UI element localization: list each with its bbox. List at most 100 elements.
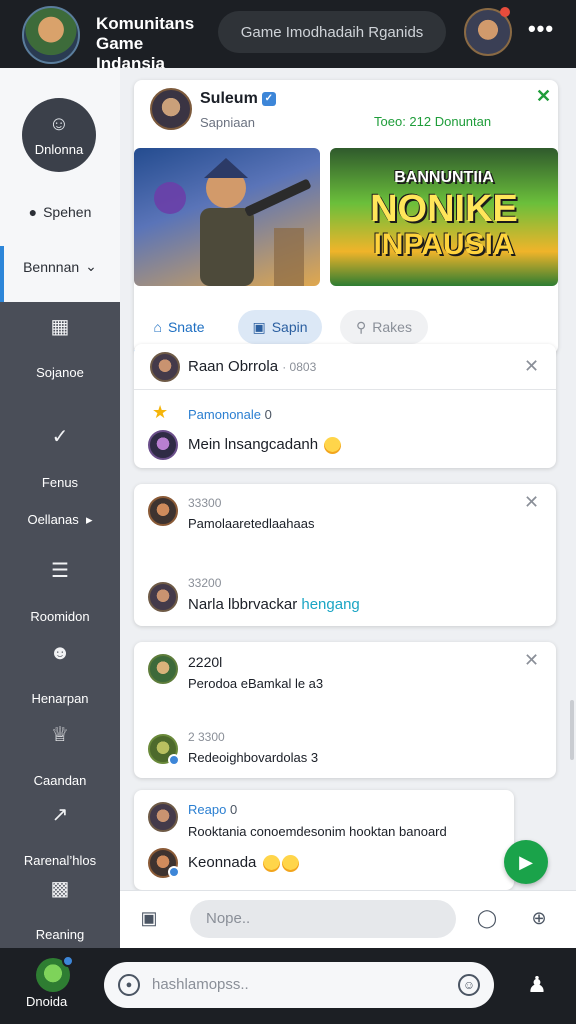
message-composer: ▣ Nope.. ◯ ⊕ [120, 890, 576, 948]
search-bar[interactable]: Game Imodhadaih Rganids [218, 11, 446, 53]
sidebar-link-bennnan[interactable]: Bennnan ⌄ [0, 258, 120, 275]
sidebar-item-henarpan[interactable]: ☻ Henarpan [0, 642, 120, 706]
sidebar-item-rarenalhlos[interactable]: ↗ Rarenal’hlos [0, 802, 120, 868]
message-body: Narla lbbrvackar [188, 596, 302, 613]
message-time: 2220l [188, 654, 223, 670]
sidebar-item-label: Fenus [41, 475, 79, 490]
sidebar-item-label: Sojanoe [36, 365, 84, 380]
sticker-icon[interactable]: ◯ [474, 905, 500, 931]
sidebar-link-spehen[interactable]: ● Spehen [0, 204, 120, 220]
user-icon: ● [28, 204, 38, 220]
chat-card: 33300 Pamolaaretedlaahaas ✕ 33200 Narla … [134, 484, 556, 626]
main-panel: Suleum ✓ Sapniaan ✕ Toeo: 212 Donuntan BA… [120, 68, 576, 948]
banner-line2: NONIKE [370, 188, 518, 230]
avatar[interactable] [148, 802, 178, 832]
banner-line1: BANNUNTIIA [394, 169, 494, 186]
bottom-search-input[interactable]: ● hashlamopss.. ☺ [104, 962, 494, 1008]
person-icon[interactable]: ♟ [522, 970, 552, 1000]
avatar[interactable] [148, 496, 178, 526]
bottom-input-placeholder: hashlamopss.. [152, 976, 249, 993]
camera-icon[interactable]: ▣ [136, 905, 162, 931]
sidebar-item-label: Caandan [33, 773, 87, 788]
message-time: 2 3300 [188, 730, 225, 744]
more-menu-icon[interactable]: ••• [524, 18, 558, 46]
close-icon[interactable]: ✕ [536, 86, 551, 107]
community-avatar[interactable] [22, 6, 80, 64]
active-indicator [0, 246, 4, 302]
message-text: Redeoighbovardolas 3 [188, 750, 319, 765]
chart-icon: ↗ [51, 804, 69, 826]
chat-card: 2220l Perodoa eBamkal le a3 ✕ 2 3300 Red… [134, 642, 556, 778]
home-icon: ⌂ [153, 319, 162, 335]
tab-snate[interactable]: ⌂ Snate [134, 310, 224, 344]
play-icon: ▶ [519, 851, 533, 872]
sidebar-profile-button[interactable]: ☺ Dnlonna [22, 98, 96, 172]
notification-dot [500, 7, 510, 17]
member-count: Toeo: 212 Donuntan [374, 114, 492, 129]
close-icon[interactable]: ✕ [524, 492, 539, 513]
close-icon[interactable]: ✕ [524, 650, 539, 671]
tab-label: Rakes [372, 319, 412, 335]
author-count: 0 [264, 407, 272, 422]
scrollbar[interactable] [570, 700, 574, 760]
online-badge [168, 866, 180, 878]
game-banner-warrior[interactable] [134, 148, 320, 286]
bag-icon: ▣ [252, 318, 266, 335]
sidebar-item-label: Rarenal’hlos [23, 853, 97, 868]
profile-name: Suleum [200, 90, 258, 107]
message-highlight[interactable]: hengang [301, 596, 359, 613]
avatar[interactable] [150, 352, 180, 382]
warrior-illustration [154, 158, 311, 286]
message-author: Reapo 0 [188, 802, 237, 817]
author-count: 0 [229, 802, 238, 817]
tab-sapin[interactable]: ▣ Sapin [238, 310, 322, 344]
photos-icon: ▦ [50, 316, 70, 338]
profile-subtitle: Sapniaan [200, 115, 255, 130]
pin-icon: ✓ [51, 426, 69, 448]
message-text: Narla lbbrvackar hengang [188, 596, 360, 613]
chat-card: Reapo 0 Rooktania conoemdesonim hooktan … [134, 790, 514, 890]
play-icon: ▸ [82, 512, 93, 527]
smile-icon: ☻ [49, 642, 71, 664]
author-name: Pamononale [188, 407, 261, 422]
tab-rakes[interactable]: ⚲ Rakes [340, 310, 428, 344]
message-text: Rooktania conoemdesonim hooktan banoard [188, 824, 447, 839]
avatar[interactable] [148, 654, 178, 684]
message-body: Keonnada [188, 854, 257, 871]
sidebar-item-sojanoe[interactable]: ▦ Sojanoe [0, 314, 120, 380]
avatar[interactable] [148, 582, 178, 612]
sidebar-item-oellanas[interactable]: Oellanas ▸ [0, 512, 120, 528]
close-icon[interactable]: ✕ [524, 356, 539, 377]
chat-card: Raan Obrrola · 0803 ✕ ★ Pamononale 0 Mei… [134, 344, 556, 468]
sidebar-item-label: Oellanas [27, 512, 79, 527]
chat-title: Raan Obrrola · 0803 [188, 358, 316, 375]
message-time: 33200 [188, 576, 222, 590]
emoji-icon[interactable]: ☺ [458, 974, 480, 996]
sidebar-profile-label: Dnlonna [34, 142, 84, 157]
sidebar-item-caandan[interactable]: ♕ Caandan [0, 722, 120, 788]
app-title-line1: Komunitans [96, 14, 195, 33]
message-input[interactable]: Nope.. [190, 900, 456, 938]
sidebar-link-label: Spehen [43, 204, 92, 220]
emoji-icon [324, 436, 342, 454]
sidebar-item-label: Roomidon [30, 609, 90, 624]
app-title: Komunitans Game Indansia [96, 14, 216, 74]
sidebar-item-fenus[interactable]: ✓ Fenus [0, 424, 120, 490]
star-icon: ★ [152, 402, 169, 422]
profile-card: Suleum ✓ Sapniaan ✕ Toeo: 212 Donuntan BA… [134, 80, 558, 354]
game-banner-nonike[interactable]: BANNUNTIIA NONIKE INPAUSIA [330, 148, 558, 286]
tab-label: Sapin [271, 319, 308, 335]
author-name: Reapo [188, 802, 227, 817]
location-icon: ● [118, 974, 140, 996]
sidebar-item-roomidon[interactable]: ☰ Roomidon [0, 558, 120, 624]
send-button[interactable]: ▶ [504, 840, 548, 884]
sidebar-item-label: Henarpan [31, 691, 89, 706]
message-text: Perodoa eBamkal le a3 [188, 676, 324, 691]
sidebar-item-reaning[interactable]: ▩ Reaning [0, 876, 120, 942]
avatar[interactable] [148, 430, 178, 460]
message-time: 33300 [188, 496, 222, 510]
upload-icon[interactable]: ⊕ [526, 905, 552, 931]
profile-avatar[interactable] [150, 88, 192, 130]
profile-name-row: Suleum ✓ [200, 90, 276, 108]
message-author: Pamononale 0 [188, 407, 272, 422]
